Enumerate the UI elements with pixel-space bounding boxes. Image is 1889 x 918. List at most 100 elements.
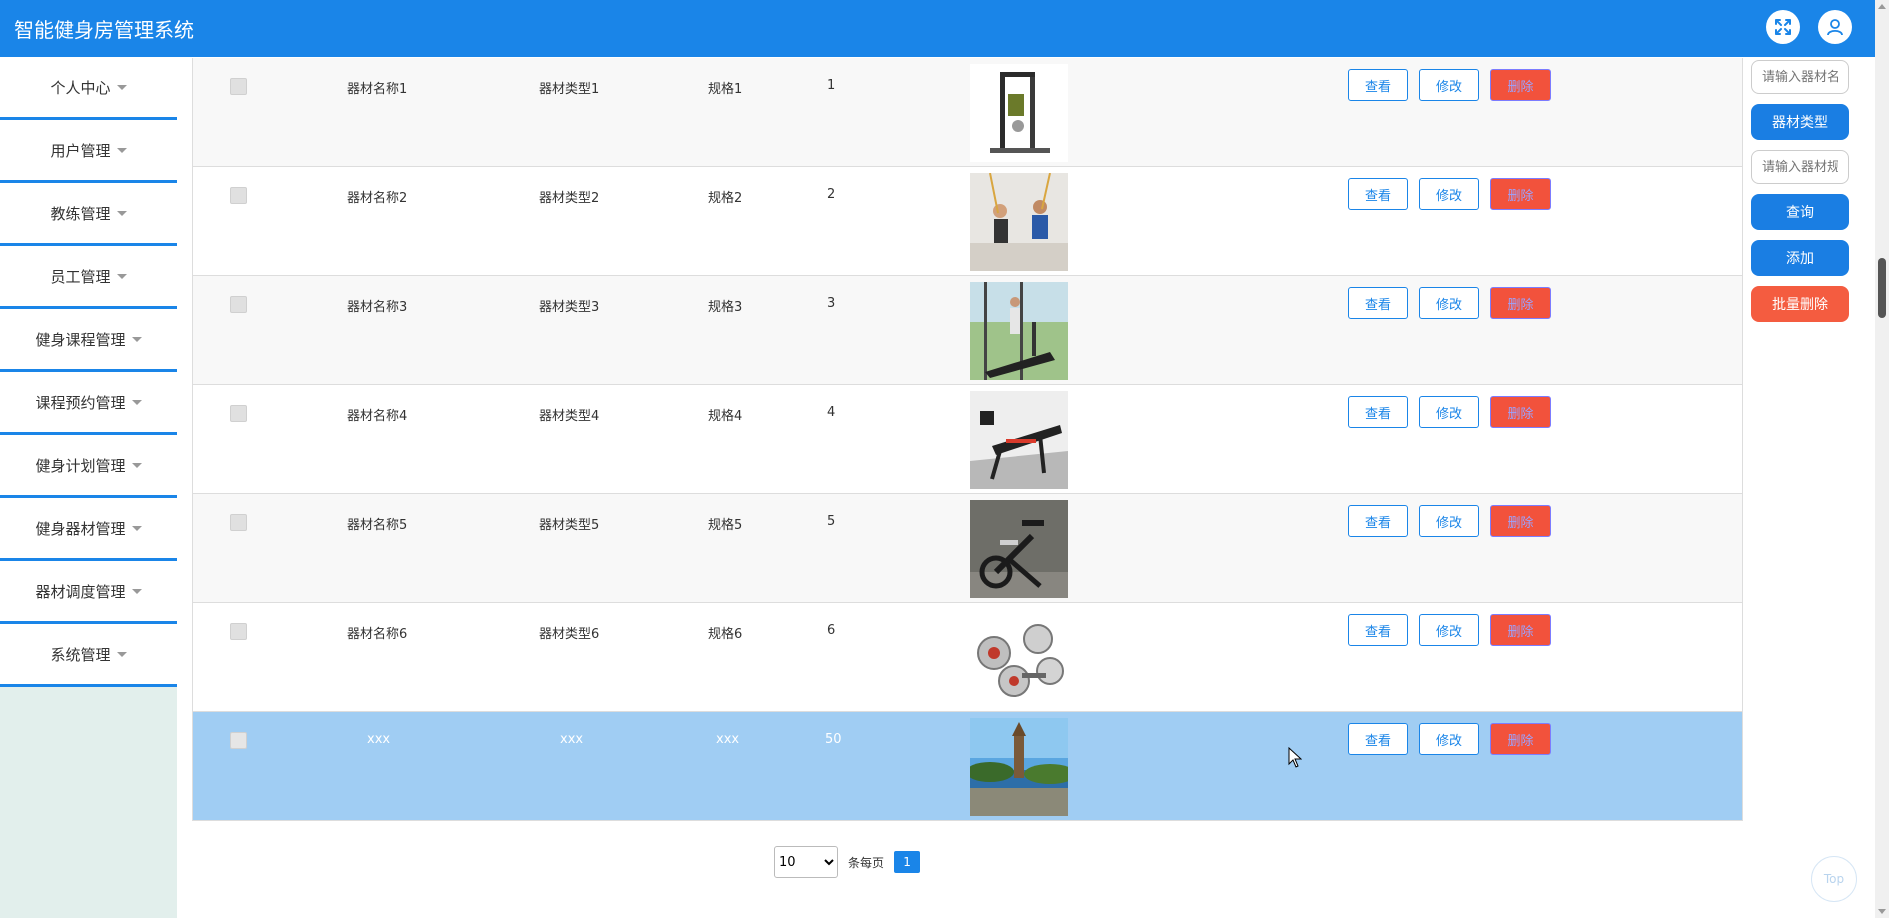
sidebar-item-label: 健身计划管理 — [35, 456, 126, 475]
scroll-up-arrow-icon[interactable] — [1878, 4, 1886, 9]
view-button[interactable]: 查看 — [1348, 178, 1408, 210]
cell-name: 器材名称3 — [347, 300, 408, 315]
edit-button[interactable]: 修改 — [1419, 614, 1479, 646]
sidebar-item-course-management[interactable]: 健身课程管理 — [0, 309, 177, 372]
delete-button[interactable]: 删除 — [1490, 396, 1551, 428]
page-size-select[interactable]: 10 — [774, 846, 838, 878]
row-checkbox[interactable] — [230, 623, 247, 640]
app-title: 智能健身房管理系统 — [14, 18, 194, 42]
row-checkbox[interactable] — [230, 514, 247, 531]
equipment-name-input[interactable] — [1751, 60, 1849, 94]
delete-button[interactable]: 删除 — [1490, 287, 1551, 319]
equipment-image — [970, 391, 1068, 489]
caret-down-icon — [131, 462, 142, 468]
page-scrollbar[interactable] — [1875, 0, 1889, 918]
row-checkbox[interactable] — [230, 187, 247, 204]
cell-qty: 50 — [825, 732, 842, 747]
scroll-down-arrow-icon[interactable] — [1878, 909, 1886, 914]
fullscreen-button[interactable] — [1766, 10, 1800, 44]
delete-button[interactable]: 删除 — [1490, 614, 1551, 646]
cell-qty: 3 — [827, 296, 836, 311]
edit-button[interactable]: 修改 — [1419, 505, 1479, 537]
cell-type: 器材类型6 — [539, 627, 600, 642]
sidebar-item-system-management[interactable]: 系统管理 — [0, 624, 177, 687]
delete-button[interactable]: 删除 — [1490, 69, 1551, 101]
table-row[interactable]: 器材名称2 器材类型2 规格2 2 查看 修改 删除 — [193, 167, 1742, 276]
equipment-image — [970, 64, 1068, 162]
edit-button[interactable]: 修改 — [1419, 178, 1479, 210]
cell-spec: 规格6 — [708, 627, 743, 642]
delete-button[interactable]: 删除 — [1490, 723, 1551, 755]
view-button[interactable]: 查看 — [1348, 723, 1408, 755]
cell-type: 器材类型4 — [539, 409, 600, 424]
edit-button[interactable]: 修改 — [1419, 396, 1479, 428]
sidebar-item-booking-management[interactable]: 课程预约管理 — [0, 372, 177, 435]
cell-name: 器材名称2 — [347, 191, 408, 206]
user-icon — [1827, 19, 1843, 36]
sidebar-item-label: 用户管理 — [50, 141, 111, 160]
row-checkbox[interactable] — [230, 296, 247, 313]
equipment-image — [970, 718, 1068, 816]
view-button[interactable]: 查看 — [1348, 505, 1408, 537]
table-row[interactable]: 器材名称5 器材类型5 规格5 5 查看 修改 删除 — [193, 494, 1742, 603]
view-button[interactable]: 查看 — [1348, 614, 1408, 646]
sidebar-item-label: 健身课程管理 — [35, 330, 126, 349]
page-number-button[interactable]: 1 — [894, 851, 921, 873]
sidebar-item-user-management[interactable]: 用户管理 — [0, 120, 177, 183]
per-page-label: 条每页 — [848, 855, 885, 870]
equipment-image — [970, 609, 1068, 707]
edit-button[interactable]: 修改 — [1419, 69, 1479, 101]
cell-spec: 规格1 — [708, 82, 743, 97]
row-checkbox[interactable] — [230, 732, 247, 749]
sidebar-item-label: 系统管理 — [50, 645, 111, 664]
caret-down-icon — [131, 525, 142, 531]
caret-down-icon — [131, 588, 142, 594]
table-row[interactable]: 器材名称3 器材类型3 规格3 3 查看 修改 删除 — [193, 276, 1742, 385]
view-button[interactable]: 查看 — [1348, 287, 1408, 319]
sidebar-item-label: 教练管理 — [50, 204, 111, 223]
sidebar-item-dispatch-management[interactable]: 器材调度管理 — [0, 561, 177, 624]
caret-down-icon — [131, 399, 142, 405]
equipment-image — [970, 282, 1068, 380]
delete-button[interactable]: 删除 — [1490, 178, 1551, 210]
cell-type: 器材类型1 — [539, 82, 600, 97]
search-button[interactable]: 查询 — [1751, 194, 1849, 230]
table-row[interactable]: xxx xxx xxx 50 查看 修改 删除 — [193, 712, 1742, 821]
sidebar-item-equipment-management[interactable]: 健身器材管理 — [0, 498, 177, 561]
sidebar-item-label: 员工管理 — [50, 267, 111, 286]
cell-name: 器材名称1 — [347, 82, 408, 97]
view-button[interactable]: 查看 — [1348, 69, 1408, 101]
table-row[interactable]: 器材名称6 器材类型6 规格6 6 查看 修改 删除 — [193, 603, 1742, 712]
avatar-button[interactable] — [1818, 10, 1852, 44]
caret-down-icon — [131, 336, 142, 342]
equipment-image — [970, 173, 1068, 271]
equipment-spec-input[interactable] — [1751, 150, 1849, 184]
table-row[interactable]: 器材名称1 器材类型1 规格1 1 查看 修改 删除 — [193, 58, 1742, 167]
sidebar-item-personal-center[interactable]: 个人中心 — [0, 57, 177, 120]
scroll-thumb[interactable] — [1878, 258, 1886, 318]
equipment-table: 器材名称1 器材类型1 规格1 1 查看 修改 删除 器材名称2 器材类型2 规… — [192, 58, 1743, 821]
cell-spec: 规格3 — [708, 300, 743, 315]
sidebar: 个人中心 用户管理 教练管理 员工管理 健身课程管理 课程预约管理 健身计划管理… — [0, 57, 177, 918]
edit-button[interactable]: 修改 — [1419, 287, 1479, 319]
back-to-top-button[interactable]: Top — [1811, 856, 1857, 902]
delete-button[interactable]: 删除 — [1490, 505, 1551, 537]
row-checkbox[interactable] — [230, 405, 247, 422]
table-row[interactable]: 器材名称4 器材类型4 规格4 4 查看 修改 删除 — [193, 385, 1742, 494]
cell-qty: 2 — [827, 187, 836, 202]
sidebar-item-coach-management[interactable]: 教练管理 — [0, 183, 177, 246]
cell-spec: xxx — [716, 732, 740, 747]
edit-button[interactable]: 修改 — [1419, 723, 1479, 755]
batch-delete-button[interactable]: 批量删除 — [1751, 286, 1849, 322]
equipment-type-button[interactable]: 器材类型 — [1751, 104, 1849, 140]
top-header: 智能健身房管理系统 — [0, 0, 1875, 57]
cell-spec: 规格2 — [708, 191, 743, 206]
sidebar-item-plan-management[interactable]: 健身计划管理 — [0, 435, 177, 498]
add-button[interactable]: 添加 — [1751, 240, 1849, 276]
cell-type: 器材类型2 — [539, 191, 600, 206]
sidebar-item-staff-management[interactable]: 员工管理 — [0, 246, 177, 309]
caret-down-icon — [116, 210, 127, 216]
cell-type: 器材类型5 — [539, 518, 600, 533]
view-button[interactable]: 查看 — [1348, 396, 1408, 428]
row-checkbox[interactable] — [230, 78, 247, 95]
